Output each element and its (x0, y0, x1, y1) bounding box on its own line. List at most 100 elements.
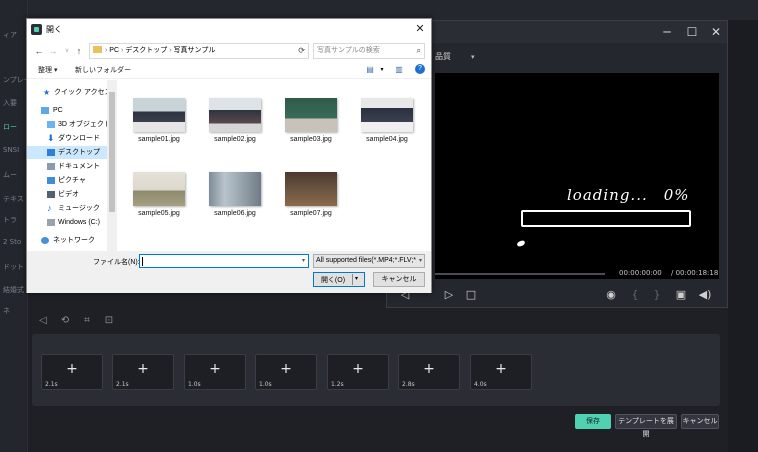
file-item[interactable]: sample03.jpg (279, 80, 343, 143)
nav-item-network[interactable]: ネットワーク (27, 234, 107, 247)
file-item[interactable]: sample05.jpg (127, 154, 191, 217)
nav-item-desktop[interactable]: デスクトップ (27, 146, 107, 159)
view-options-icon[interactable]: ▤ (364, 64, 376, 76)
nav-item-windows-c[interactable]: Windows (C:) (27, 216, 107, 229)
nav-item-3d-objects[interactable]: 3D オブジェクト (27, 118, 111, 131)
chevron-down-icon[interactable]: ▾ (302, 257, 305, 264)
mark-out-icon[interactable]: } (649, 287, 665, 303)
recent-chevron-icon[interactable]: ∨ (61, 44, 73, 58)
nav-item-pc[interactable]: PC (27, 104, 107, 117)
open-button[interactable]: 開く(O) ▾ (313, 272, 365, 287)
editor-cancel-button[interactable]: キャンセル (681, 414, 719, 429)
left-panel-label[interactable]: ロー (3, 122, 17, 132)
scrollbar-thumb[interactable] (109, 92, 115, 212)
playback-progress-bar[interactable] (435, 273, 605, 275)
nav-item-music[interactable]: ♪ ミュージック (27, 202, 107, 215)
command-bar: 整理 ▾ 新しいフォルダー ▤ ▾ ▥ ? (27, 61, 431, 79)
stop-icon[interactable]: □ (463, 287, 479, 303)
playback-controls: ◁ ▷ □ ◉ { } ▣ ◀) (387, 283, 727, 307)
play-icon[interactable]: ▷ (441, 287, 457, 303)
chevron-down-icon: ▾ (471, 53, 475, 61)
left-panel-label[interactable]: 結婚式 (3, 285, 24, 295)
close-icon[interactable]: ✕ (706, 23, 726, 41)
nav-item-label: ダウンロード (58, 135, 100, 142)
desktop-icon (47, 149, 55, 156)
preview-window: ─ ☐ ✕ 品質 ▾ loading... 0% 00:00:00:00 / 00:… (386, 20, 728, 308)
open-button-label: 開く(O) (320, 277, 346, 284)
chevron-down-icon[interactable]: ▾ (376, 64, 388, 76)
file-item[interactable]: sample01.jpg (127, 80, 191, 143)
left-panel-label[interactable]: 入要 (3, 98, 17, 108)
template-slot[interactable]: +1.2s (327, 354, 389, 390)
file-item[interactable]: sample06.jpg (203, 154, 267, 217)
file-name: sample02.jpg (214, 136, 256, 143)
file-item[interactable]: sample02.jpg (203, 80, 267, 143)
drive-icon (47, 219, 55, 226)
search-input[interactable]: 写真サンプルの検索 ⌕ (313, 43, 425, 59)
template-slot[interactable]: +2.1s (112, 354, 174, 390)
address-bar[interactable]: › PC › デスクトップ › 写真サンプル ⟳ (89, 43, 309, 59)
refresh-icon[interactable]: ⟳ (298, 44, 305, 58)
template-slot[interactable]: +2.1s (41, 354, 103, 390)
transform-icon[interactable]: ⊡ (102, 314, 116, 328)
left-panel-label[interactable]: ネ (3, 306, 10, 316)
nav-item-documents[interactable]: ドキュメント (27, 160, 107, 173)
maximize-icon[interactable]: ☐ (682, 23, 702, 41)
add-media-icon: + (137, 361, 149, 377)
network-icon (41, 237, 49, 244)
minimize-icon[interactable]: ─ (657, 23, 677, 41)
chevron-down-icon[interactable]: ▾ (355, 275, 358, 282)
preview-title-bar: ─ ☐ ✕ (387, 21, 727, 43)
navigation-scrollbar[interactable] (107, 80, 117, 251)
nav-item-pictures[interactable]: ピクチャ (27, 174, 107, 187)
breadcrumb-item[interactable]: PC (109, 47, 119, 54)
render-preview-icon[interactable]: ◉ (603, 287, 619, 303)
new-folder-button[interactable]: 新しいフォルダー (75, 65, 131, 75)
save-button[interactable]: 保存 (575, 414, 611, 429)
nav-item-quick-access[interactable]: ★ クイック アクセス (27, 86, 112, 99)
up-arrow-icon[interactable]: ↑ (73, 44, 85, 58)
forward-arrow-icon[interactable]: → (47, 44, 59, 58)
rotate-icon[interactable]: ⟲ (58, 314, 72, 328)
left-panel-label[interactable]: ムー (3, 170, 17, 180)
left-panel-label[interactable]: テキス (3, 194, 24, 204)
slot-duration: 2.8s (402, 381, 415, 388)
breadcrumb-item[interactable]: デスクトップ (125, 47, 167, 54)
template-slot[interactable]: +2.8s (398, 354, 460, 390)
template-slot[interactable]: +4.0s (470, 354, 532, 390)
cancel-button[interactable]: キャンセル (373, 272, 425, 287)
filename-input[interactable]: ▾ (139, 254, 309, 268)
audio-icon[interactable]: ◁ (36, 314, 50, 328)
preview-pane-icon[interactable]: ▥ (393, 64, 405, 76)
file-item[interactable]: sample07.jpg (279, 154, 343, 217)
crop-icon[interactable]: ⌗ (80, 314, 94, 328)
template-slot[interactable]: +1.0s (255, 354, 317, 390)
template-slot[interactable]: +1.0s (184, 354, 246, 390)
back-arrow-icon[interactable]: ← (33, 44, 45, 58)
left-panel-label[interactable]: ドット (3, 262, 24, 272)
breadcrumb-item[interactable]: 写真サンプル (174, 47, 216, 54)
left-panel-label[interactable]: 2 Sto (3, 238, 21, 246)
chevron-down-icon: ▾ (417, 255, 422, 267)
volume-icon[interactable]: ◀) (697, 287, 713, 303)
nav-item-label: ネットワーク (53, 237, 95, 244)
file-item[interactable]: sample04.jpg (355, 80, 419, 143)
close-icon[interactable]: ✕ (412, 21, 428, 37)
mark-in-icon[interactable]: { (627, 287, 643, 303)
nav-item-videos[interactable]: ビデオ (27, 188, 107, 201)
timecode-total: / 00:00:18:18 (671, 269, 719, 277)
left-panel-label[interactable]: ィア (3, 30, 17, 40)
help-icon[interactable]: ? (415, 64, 425, 74)
file-type-select[interactable]: All supported files(*.MP4;*.FLV;* ▾ (313, 254, 425, 268)
snapshot-icon[interactable]: ▣ (673, 287, 689, 303)
left-panel-label[interactable]: トラ (3, 215, 17, 225)
file-name: sample07.jpg (290, 210, 332, 217)
download-icon: ⬇ (47, 133, 55, 143)
expand-template-button[interactable]: テンプレートを展開 (615, 414, 677, 438)
quality-dropdown[interactable]: 品質 ▾ (435, 51, 475, 62)
nav-item-downloads[interactable]: ⬇ ダウンロード (27, 132, 107, 145)
file-thumbnail (361, 98, 413, 132)
file-name: sample01.jpg (138, 136, 180, 143)
organize-menu[interactable]: 整理 ▾ (38, 65, 57, 75)
left-panel-label[interactable]: SNSI (3, 146, 19, 154)
